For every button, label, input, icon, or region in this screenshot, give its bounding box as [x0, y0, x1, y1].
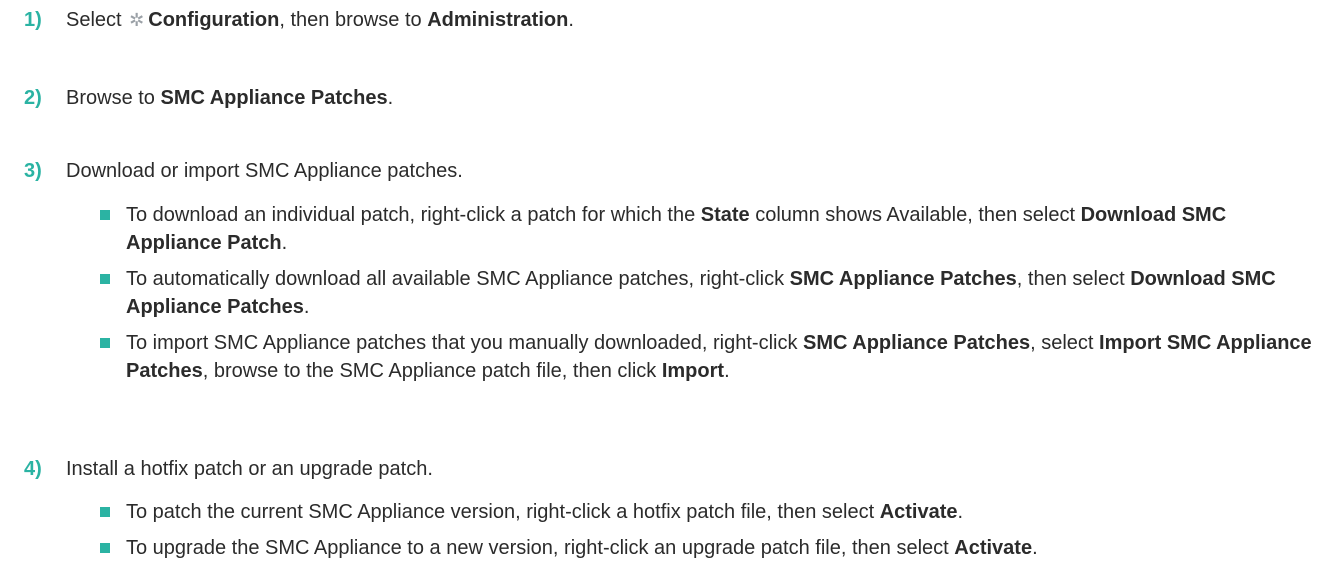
step-number: 4) [24, 458, 42, 480]
bullet-square-icon [100, 338, 110, 348]
step-4-bullets: To patch the current SMC Appliance versi… [100, 498, 1315, 570]
step-number: 1) [24, 9, 42, 31]
text-segment: . [568, 9, 574, 31]
step-text: Install a hotfix patch or an upgrade pat… [66, 458, 433, 480]
list-item: To automatically download all available … [100, 265, 1315, 321]
text-segment: Select [66, 9, 128, 31]
gear-icon: ✲ [129, 10, 145, 30]
text-segment: Browse to [66, 87, 161, 109]
bullet-square-icon [100, 507, 110, 517]
step-text: Browse to SMC Appliance Patches. [66, 84, 393, 112]
text-segment: , then browse to [279, 9, 428, 31]
text-segment: SMC Appliance Patches [160, 87, 388, 109]
bullet-square-icon [100, 274, 110, 284]
bullet-square-icon [100, 543, 110, 553]
list-item: To import SMC Appliance patches that you… [100, 329, 1315, 385]
text-segment: . [387, 87, 394, 109]
bullet-square-icon [100, 210, 110, 220]
step-text: Select ✲ Configuration, then browse to Ad… [66, 6, 574, 34]
step-number: 2) [24, 87, 42, 109]
step-text: Download or import SMC Appliance patches… [66, 160, 463, 182]
step-number: 3) [24, 160, 42, 182]
list-item: To upgrade the SMC Appliance to a new ve… [100, 534, 1315, 562]
list-item: To download an individual patch, right-c… [100, 201, 1315, 257]
text-segment: Configuration [148, 9, 280, 31]
step-3-bullets: To download an individual patch, right-c… [100, 201, 1315, 393]
text-segment: Administration [427, 9, 569, 31]
procedure-document: 1) Select ✲ Configuration, then browse to… [0, 0, 1332, 575]
list-item: To patch the current SMC Appliance versi… [100, 498, 1315, 526]
